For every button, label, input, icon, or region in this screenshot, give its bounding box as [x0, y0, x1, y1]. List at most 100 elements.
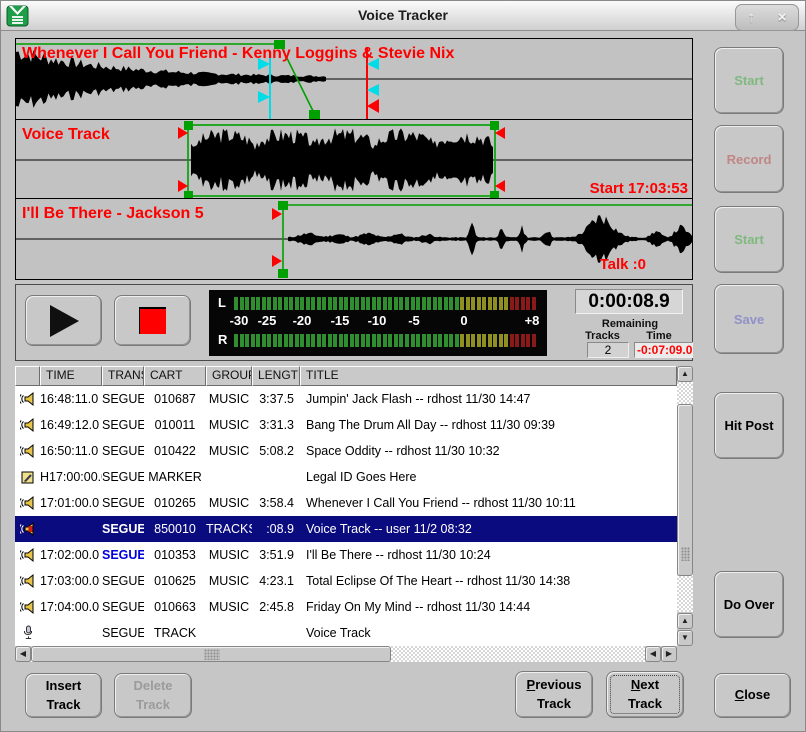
scroll-up-icon[interactable]: ▲ [677, 366, 693, 382]
marker-icon [15, 464, 40, 490]
header-title[interactable]: TITLE [300, 366, 677, 386]
meter-left-label: L [218, 295, 226, 310]
window-title: Voice Tracker [1, 7, 805, 23]
region-handle[interactable] [184, 121, 193, 130]
start-marker[interactable] [178, 180, 188, 192]
table-row[interactable]: SEGUETRACKVoice Track [15, 620, 677, 646]
start-handle[interactable] [278, 269, 288, 278]
remaining-label: Remaining [575, 318, 685, 330]
remaining-time-value: -0:07:09.0 [634, 342, 693, 358]
elapsed-time-display: 0:00:08.9 [575, 289, 683, 314]
track1-title: Whenever I Call You Friend - Kenny Loggi… [22, 45, 454, 62]
voice-tracker-window: Voice Tracker ↑ × Whenever I Call You Fr… [0, 0, 806, 732]
close-icon[interactable]: × [778, 10, 787, 25]
meter-scale-label: 0 [460, 313, 467, 328]
vertical-scrollbar[interactable]: ▲ ▲ ▼ [677, 366, 693, 646]
play-button[interactable] [25, 295, 102, 346]
segue-marker[interactable] [258, 91, 270, 103]
region-handle[interactable] [490, 121, 499, 130]
insert-track-button[interactable]: InsertTrack [25, 673, 102, 718]
remaining-time-label: Time [630, 330, 688, 342]
meter-scale-label: -25 [258, 313, 277, 328]
log-table: TIME TRANS CART GROUP LENGTH TITLE 16:48… [15, 366, 693, 662]
speaker-icon [15, 386, 40, 412]
start-button-1[interactable]: Start [714, 47, 784, 114]
save-button[interactable]: Save [714, 284, 784, 354]
meter-scale-label: -30 [230, 313, 249, 328]
header-time[interactable]: TIME [40, 366, 102, 386]
meter-scale-label: +8 [525, 313, 540, 328]
track1-waveform[interactable]: Whenever I Call You Friend - Kenny Loggi… [16, 39, 692, 119]
scroll-down-icon[interactable]: ▼ [677, 630, 693, 646]
track3-talk-time: Talk :0 [600, 256, 646, 273]
track2-title: Voice Track [22, 126, 110, 143]
meter-scale-label: -15 [331, 313, 350, 328]
speaker-icon [15, 542, 40, 568]
thumb-grip [204, 649, 220, 660]
header-cart[interactable]: CART [144, 366, 206, 386]
track2-start-time: Start 17:03:53 [590, 180, 688, 197]
start-button-2[interactable]: Start [714, 206, 784, 273]
table-row[interactable]: 16:50:11.0SEGUE010422MUSIC5:08.2Space Od… [15, 438, 677, 464]
track2-waveform[interactable]: Voice Track Start 17:03:53 [16, 119, 692, 199]
scroll-right-icon[interactable]: ▶ [661, 646, 677, 662]
thumb-grip [681, 547, 690, 561]
hit-post-button[interactable]: Hit Post [714, 392, 784, 459]
remaining-tracks-value: 2 [587, 342, 629, 358]
table-row[interactable]: 17:01:00.0SEGUE010265MUSIC3:58.4Whenever… [15, 490, 677, 516]
speaker-active-icon [15, 516, 40, 542]
table-row[interactable]: H17:00:00.0SEGUEMARKERLegal ID Goes Here [15, 464, 677, 490]
region-handle[interactable] [490, 191, 499, 199]
start-handle[interactable] [278, 201, 288, 210]
scroll-left-icon[interactable]: ◀ [645, 646, 661, 662]
header-trans[interactable]: TRANS [102, 366, 144, 386]
mic-icon [15, 620, 40, 646]
track3-title: I'll Be There - Jackson 5 [22, 205, 204, 222]
table-row[interactable]: 16:48:11.0SEGUE010687MUSIC3:37.5Jumpin' … [15, 386, 677, 412]
stop-button[interactable] [114, 295, 191, 346]
fade-handle[interactable] [309, 110, 320, 119]
stop-icon [139, 307, 166, 334]
meter-right-label: R [218, 332, 227, 347]
table-row[interactable]: 17:03:00.0SEGUE010625MUSIC4:23.1Total Ec… [15, 568, 677, 594]
speaker-icon [15, 412, 40, 438]
hscroll-thumb[interactable] [31, 646, 391, 662]
log-table-body: 16:48:11.0SEGUE010687MUSIC3:37.5Jumpin' … [15, 386, 677, 646]
table-row[interactable]: 16:49:12.0SEGUE010011MUSIC3:31.3Bang The… [15, 412, 677, 438]
scroll-left-icon[interactable]: ◀ [15, 646, 31, 662]
speaker-icon [15, 594, 40, 620]
transport-panel: L R -30-25-20-15-10-50+8 0:00:08.9 Remai… [15, 284, 693, 361]
play-icon [46, 303, 82, 339]
table-row[interactable]: 17:04:00.0SEGUE010663MUSIC2:45.8Friday O… [15, 594, 677, 620]
horizontal-scrollbar[interactable]: ◀ ◀ ▶ [15, 646, 677, 662]
header-length[interactable]: LENGTH [252, 366, 300, 386]
end-marker[interactable] [367, 99, 379, 113]
meter-scale-label: -5 [408, 313, 420, 328]
table-row[interactable]: 17:02:00.0SEGUE010353MUSIC3:51.9I'll Be … [15, 542, 677, 568]
audio-meter: L R -30-25-20-15-10-50+8 [209, 290, 547, 356]
header-icon-column[interactable] [15, 366, 40, 386]
meter-scale-label: -10 [368, 313, 387, 328]
header-group[interactable]: GROUP [206, 366, 252, 386]
segue-end-marker[interactable] [367, 84, 379, 96]
start-marker[interactable] [272, 255, 282, 267]
next-track-button[interactable]: NextTrack [606, 671, 684, 718]
table-row[interactable]: SEGUE850010TRACKS:08.9Voice Track -- use… [15, 516, 677, 542]
close-button[interactable]: Close [714, 673, 791, 718]
maximize-icon[interactable]: ↑ [747, 10, 755, 25]
table-header: TIME TRANS CART GROUP LENGTH TITLE [15, 366, 677, 386]
remaining-tracks-label: Tracks [575, 330, 630, 342]
track3-waveform[interactable]: I'll Be There - Jackson 5 Talk :0 [16, 199, 692, 279]
vscroll-thumb[interactable] [677, 404, 693, 576]
window-controls: ↑ × [735, 4, 799, 31]
previous-track-button[interactable]: PreviousTrack [515, 671, 593, 718]
do-over-button[interactable]: Do Over [714, 571, 784, 638]
speaker-icon [15, 490, 40, 516]
record-button[interactable]: Record [714, 125, 784, 193]
delete-track-button[interactable]: DeleteTrack [114, 673, 192, 718]
end-marker[interactable] [495, 180, 505, 192]
speaker-icon [15, 438, 40, 464]
region-handle[interactable] [184, 191, 193, 199]
meter-left-bar [234, 297, 537, 310]
scroll-up-icon[interactable]: ▲ [677, 613, 693, 629]
